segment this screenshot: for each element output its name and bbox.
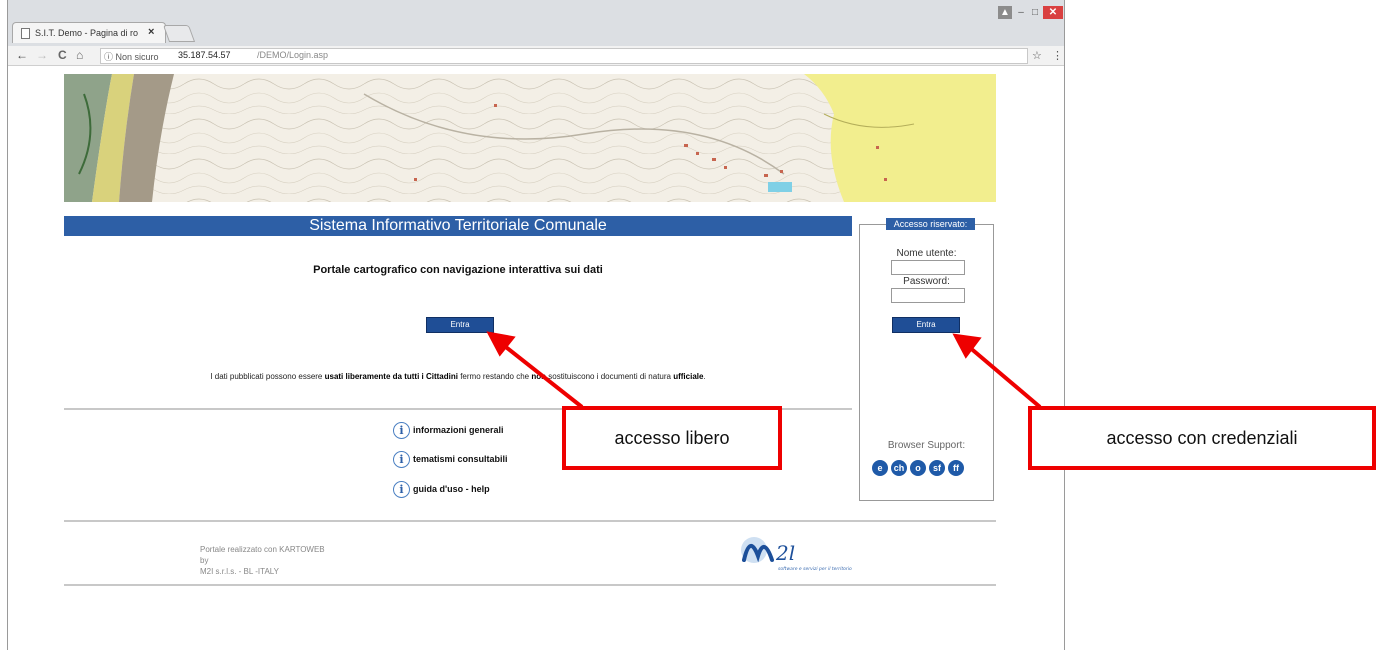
footer-line: by (200, 556, 209, 565)
disclaimer-part: I dati pubblicati possono essere (210, 372, 325, 381)
url-host: 35.187.54.57 (178, 50, 231, 60)
firefox-icon: ff (948, 460, 964, 476)
logo-tagline: software e servizi per il territorio (778, 566, 852, 572)
bookmark-star-icon[interactable]: ☆ (1032, 49, 1042, 62)
disclaimer-part: sostituiscono i documenti di natura (546, 372, 674, 381)
title-bar: S.I.T. Demo - Pagina di ro × ▲ – □ ✕ (8, 0, 1064, 46)
info-icon: i (393, 451, 410, 468)
info-icon: i (393, 481, 410, 498)
maximize-button[interactable]: □ (1028, 6, 1042, 19)
reload-icon[interactable]: C (58, 48, 67, 62)
disclaimer-part: . (703, 372, 706, 381)
new-tab-button[interactable] (162, 25, 196, 42)
url-path: /DEMO/Login.asp (257, 50, 329, 60)
tab-title: S.I.T. Demo - Pagina di ro (35, 28, 139, 38)
disclaimer-bold: non (531, 372, 547, 381)
close-window-button[interactable]: ✕ (1043, 6, 1063, 19)
page-title: Sistema Informativo Territoriale Comunal… (64, 216, 852, 236)
info-link-label[interactable]: informazioni generali (413, 425, 504, 435)
back-arrow-icon[interactable]: ← (16, 48, 28, 62)
page-subtitle: Portale cartografico con navigazione int… (313, 264, 603, 276)
user-icon[interactable]: ▲ (998, 6, 1012, 19)
minimize-button[interactable]: – (1014, 6, 1028, 19)
annotation-credential-access: accesso con credenziali (1028, 406, 1376, 470)
logo-text: 2l (775, 541, 795, 565)
divider (64, 584, 996, 586)
info-link-label[interactable]: tematismi consultabili (413, 454, 508, 464)
password-input[interactable] (891, 288, 965, 303)
chrome-icon: ch (891, 460, 907, 476)
banner-map-image (64, 74, 996, 202)
close-tab-icon[interactable]: × (148, 26, 154, 38)
login-submit-button[interactable]: Entra (892, 317, 960, 333)
disclaimer-part: fermo restando che (457, 372, 532, 381)
disclaimer-bold: usati liberamente da tutti i Cittadini (324, 372, 458, 381)
company-logo: 2l software e servizi per il territorio (738, 530, 878, 572)
info-icon: i (393, 422, 410, 439)
footer-credits: Portale realizzato con KARTOWEB by M2I s… (200, 544, 325, 577)
username-label: Nome utente: (896, 248, 957, 259)
page-icon (21, 28, 30, 39)
username-input[interactable] (891, 260, 965, 275)
divider (64, 520, 996, 522)
info-link-themes[interactable]: i tematismi consultabili (393, 451, 508, 468)
browser-support-label: Browser Support: (887, 440, 966, 451)
disclaimer-text: I dati pubblicati possono essere usati l… (64, 372, 852, 381)
info-link-label[interactable]: guida d'uso - help (413, 484, 490, 494)
disclaimer-bold: ufficiale (673, 372, 704, 381)
security-indicator[interactable]: ⓘ Non sicuro (104, 50, 159, 63)
opera-icon: o (910, 460, 926, 476)
info-link-help[interactable]: i guida d'uso - help (393, 481, 490, 498)
login-legend: Accesso riservato: (886, 218, 975, 230)
info-link-general[interactable]: i informazioni generali (393, 422, 504, 439)
password-label: Password: (903, 276, 950, 287)
address-bar[interactable]: ⓘ Non sicuro 35.187.54.57 /DEMO/Login.as… (100, 48, 1028, 64)
footer-line: M2I s.r.l.s. - BL -ITALY (200, 567, 279, 576)
home-icon[interactable]: ⌂ (76, 48, 83, 62)
forward-arrow-icon[interactable]: → (36, 48, 48, 62)
browser-toolbar: ← → C ⌂ ⓘ Non sicuro 35.187.54.57 /DEMO/… (8, 46, 1064, 66)
browser-tab[interactable]: S.I.T. Demo - Pagina di ro × (12, 22, 166, 43)
annotation-free-access: accesso libero (562, 406, 782, 470)
enter-free-button[interactable]: Entra (426, 317, 494, 333)
footer-line: Portale realizzato con KARTOWEB (200, 545, 325, 554)
browser-icons: e ch o sf ff (872, 458, 982, 478)
kebab-menu-icon[interactable]: ⋮ (1052, 49, 1063, 62)
internet-explorer-icon: e (872, 460, 888, 476)
safari-icon: sf (929, 460, 945, 476)
